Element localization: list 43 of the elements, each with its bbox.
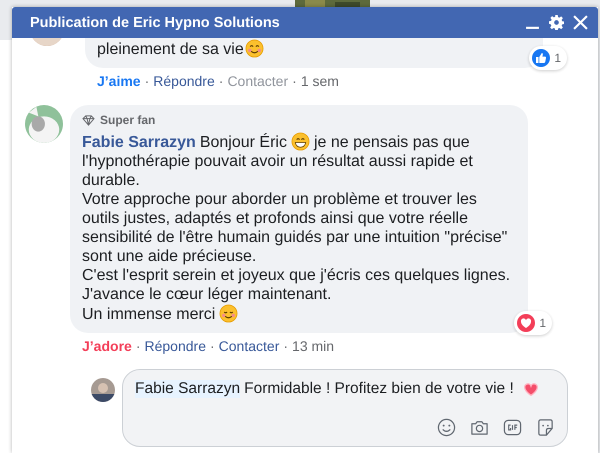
reaction-badge[interactable]: 1 [529,46,567,70]
smiling-face-icon [219,304,238,323]
diamond-icon [82,115,95,126]
comment-text: pleinement de sa vie [97,41,244,58]
reaction-count: 1 [539,314,546,332]
comment-text: Bonjour Éric [200,134,287,151]
separator-dot: · [292,73,297,89]
window-title: Publication de Eric Hypno Solutions [30,14,281,30]
settings-icon[interactable] [549,15,564,30]
thumbs-up-icon [532,49,550,67]
reaction-badge[interactable]: 1 [514,311,552,335]
action-link[interactable]: Répondre [153,73,215,89]
camera-icon[interactable] [470,418,489,437]
heart-icon [522,380,540,398]
mention-tag: Fabie Sarrazyn [135,380,240,398]
comment-text: J'avance le cœur léger maintenant. [82,286,332,303]
action-link[interactable]: Répondre [144,338,206,354]
badge-label: Super fan [100,113,156,128]
close-icon[interactable] [573,15,588,30]
timestamp: 13 min [292,338,334,354]
comment-text: Un immense merci [82,306,216,323]
author-link[interactable]: Fabie Sarrazyn [82,134,196,151]
gif-icon[interactable] [503,418,522,437]
grinning-face-icon [290,132,310,151]
separator-dot: · [218,73,224,89]
separator-dot: · [136,338,140,354]
comment-text: Votre approche pour aborder un problème et trouver les outils justes, adaptés et profonds ainsi que votre réelle sensibilité de l'être humain guidés par une intuition "précise" sont une aide précieuse. [82,191,508,265]
comment-text: l'hypnothérapie pouvait avoir un résultat aussi rapide et durable. [82,153,473,189]
separator-dot: · [283,338,288,354]
reaction-count: 1 [554,50,561,66]
timestamp: 1 sem [300,73,339,89]
action-link[interactable]: J’aime [97,73,141,89]
reply-text: Formidable ! Profitez bien de votre vie ! [244,380,514,398]
separator-dot: · [210,338,215,354]
action-link[interactable]: Contacter [218,338,280,354]
comment-text: je ne pensais pas que [314,134,470,151]
comment-text: C'est l'esprit serein et joyeux que j'écris ces quelques lignes. [82,267,510,284]
smiling-face-icon [244,39,264,58]
reply-field[interactable]: Fabie Sarrazyn Formidable ! Profitez bien de votre vie ! [122,369,568,447]
action-link[interactable]: J’adore [82,338,132,354]
separator-dot: · [144,73,150,89]
sticker-icon[interactable] [536,418,555,437]
emoji-icon[interactable] [437,418,456,437]
